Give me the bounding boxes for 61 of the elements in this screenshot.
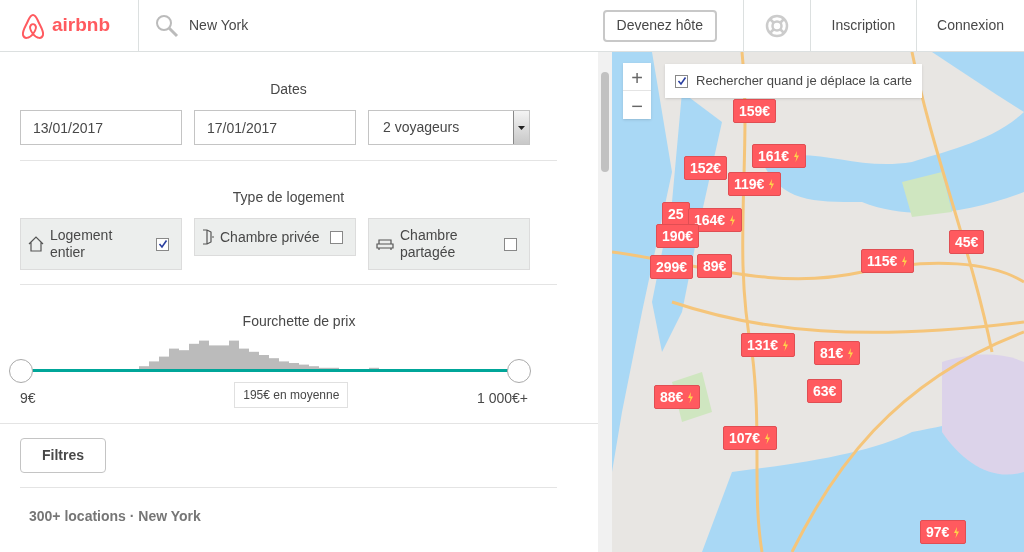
door-icon <box>201 228 215 246</box>
room-type-option[interactable]: Chambre partagée <box>368 218 530 270</box>
price-marker[interactable]: 45€ <box>949 230 985 254</box>
checkbox[interactable] <box>156 237 169 251</box>
slider-thumb[interactable] <box>9 359 33 383</box>
zoom-in-button[interactable]: + <box>623 63 651 91</box>
max-price: 1 000€+ <box>477 389 528 408</box>
checkbox[interactable] <box>504 237 517 251</box>
lightning-icon <box>687 391 695 403</box>
house-icon <box>27 235 45 253</box>
host-button[interactable]: Devenez hôte <box>602 9 717 42</box>
nav-link[interactable]: Inscription <box>810 0 916 51</box>
lightning-icon <box>768 178 776 190</box>
search-icon <box>155 13 179 38</box>
price-marker[interactable]: 152€ <box>684 156 728 180</box>
filters-button[interactable]: Filtres <box>20 438 106 473</box>
lifebuoy-icon[interactable] <box>765 13 789 38</box>
price-marker[interactable]: 115€ <box>861 249 915 273</box>
lightning-icon <box>793 150 801 162</box>
price-marker[interactable]: 131€ <box>741 333 796 357</box>
slider-thumb[interactable] <box>507 359 531 383</box>
search-on-move-panel[interactable]: Rechercher quand je déplace la carte <box>665 64 923 98</box>
lightning-icon <box>729 214 737 226</box>
zoom-out-button[interactable]: − <box>623 91 651 119</box>
price-marker[interactable]: 89€ <box>697 254 733 278</box>
price-marker[interactable]: 161€ <box>752 144 807 168</box>
checkbox[interactable] <box>330 230 343 244</box>
results-count: 300+ locations · New York <box>28 507 202 526</box>
price-marker[interactable]: 190€ <box>656 224 700 248</box>
lightning-icon <box>901 255 909 267</box>
checkbox[interactable] <box>675 74 688 88</box>
price-marker[interactable]: 159€ <box>733 99 777 123</box>
section-title: Type de logement <box>232 188 345 207</box>
section-title: Fourchette de prix <box>242 312 356 331</box>
room-type-option[interactable]: Logement entier <box>20 218 182 270</box>
checkout-field[interactable]: 17/01/2017 <box>194 110 356 145</box>
logo-text[interactable]: airbnb <box>52 11 111 40</box>
price-marker[interactable]: 97€ <box>920 520 967 544</box>
nav-link[interactable]: Connexion <box>916 0 1024 51</box>
lightning-icon <box>782 339 790 351</box>
lightning-icon <box>764 432 772 444</box>
scrollbar[interactable] <box>598 52 612 552</box>
checkin-field[interactable]: 13/01/2017 <box>20 110 182 145</box>
section-title: Dates <box>270 80 307 99</box>
couch-icon <box>375 237 395 251</box>
price-marker[interactable]: 63€ <box>807 379 843 403</box>
price-marker[interactable]: 119€ <box>728 172 782 196</box>
search-field[interactable]: New York <box>189 15 579 36</box>
min-price: 9€ <box>20 389 36 408</box>
price-marker[interactable]: 88€ <box>654 385 701 409</box>
guests-select[interactable]: 2 voyageurs <box>368 110 530 145</box>
average-price-tooltip: 195€ en moyenne <box>234 382 349 408</box>
map[interactable]: + − Rechercher quand je déplace la carte 159€ 152€ 161€ 119€ 25 164€ 190€ 299€ 89€ 115€ 45€ 131€ 81€ 88€ 63€ 107€ 97€ <box>612 52 1024 552</box>
price-marker[interactable]: 164€ <box>688 208 743 232</box>
price-marker[interactable]: 299€ <box>650 255 694 279</box>
lightning-icon <box>953 526 961 538</box>
room-type-option[interactable]: Chambre privée <box>194 218 356 256</box>
price-marker[interactable]: 81€ <box>814 341 861 365</box>
caret-icon <box>518 125 525 130</box>
price-marker[interactable]: 107€ <box>723 426 778 450</box>
lightning-icon <box>847 347 855 359</box>
